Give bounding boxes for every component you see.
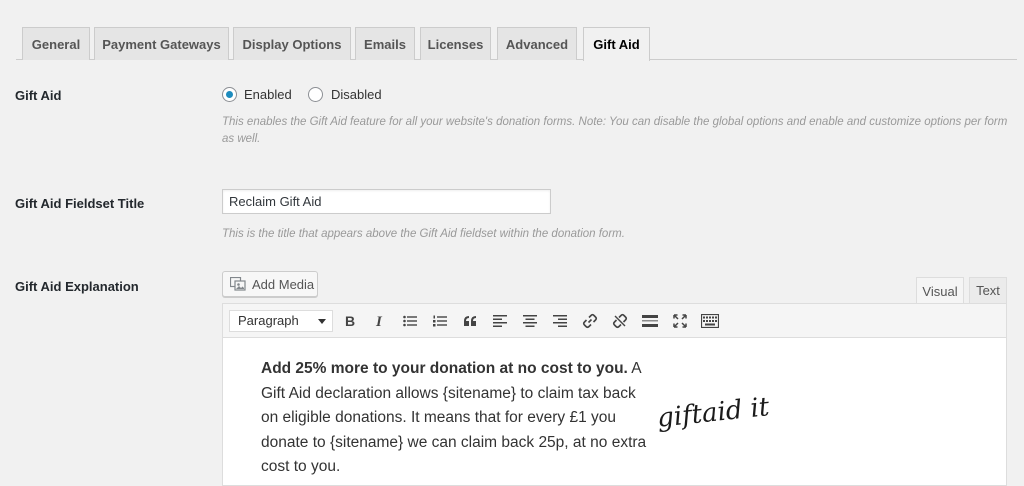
remove-link-icon[interactable] [609, 310, 631, 332]
align-right-icon[interactable] [549, 310, 571, 332]
gift-aid-description: This enables the Gift Aid feature for al… [222, 116, 1008, 145]
svg-text:B: B [345, 314, 355, 328]
giftaid-logo: giftaid it [653, 383, 783, 443]
tab-display-options[interactable]: Display Options [233, 27, 351, 60]
visual-tab[interactable]: Visual [916, 277, 964, 304]
add-media-icon [229, 276, 246, 291]
editor-toolbar: Paragraph B I [222, 303, 1007, 338]
tab-gift-aid[interactable]: Gift Aid [583, 27, 650, 61]
editor-content-text: Add 25% more to your donation at no cost… [261, 357, 656, 480]
tab-general[interactable]: General [22, 27, 90, 60]
content-bold-text: Add 25% more to your donation at no cost… [261, 360, 628, 377]
content-body-text: A Gift Aid declaration allows {sitename}… [261, 360, 647, 475]
explanation-label: Gift Aid Explanation [15, 279, 139, 294]
editor-content[interactable]: Add 25% more to your donation at no cost… [222, 338, 1007, 486]
tab-licenses[interactable]: Licenses [420, 27, 491, 60]
add-media-label: Add Media [252, 276, 315, 292]
bullet-list-icon[interactable] [399, 310, 421, 332]
blockquote-icon[interactable] [459, 310, 481, 332]
chevron-down-icon [318, 319, 326, 324]
bold-icon[interactable]: B [339, 310, 361, 332]
add-media-button[interactable]: Add Media [222, 271, 318, 297]
toolbar-toggle-icon[interactable] [699, 310, 721, 332]
read-more-icon[interactable] [639, 310, 661, 332]
format-select-value: Paragraph [238, 313, 299, 328]
fullscreen-icon[interactable] [669, 310, 691, 332]
disabled-radio-label[interactable]: Disabled [331, 87, 382, 102]
italic-icon[interactable]: I [369, 310, 391, 332]
text-tab[interactable]: Text [969, 277, 1007, 303]
svg-text:I: I [375, 314, 383, 328]
insert-link-icon[interactable] [579, 310, 601, 332]
enabled-radio[interactable] [222, 87, 237, 102]
disabled-radio[interactable] [308, 87, 323, 102]
tab-advanced[interactable]: Advanced [497, 27, 577, 60]
format-select[interactable]: Paragraph [229, 310, 333, 332]
giftaid-logo-text: giftaid it [656, 392, 772, 434]
fieldset-title-label: Gift Aid Fieldset Title [15, 196, 145, 211]
enabled-radio-label[interactable]: Enabled [244, 87, 292, 102]
tab-emails[interactable]: Emails [355, 27, 415, 60]
align-center-icon[interactable] [519, 310, 541, 332]
numbered-list-icon[interactable] [429, 310, 451, 332]
fieldset-title-input[interactable] [222, 189, 551, 214]
fieldset-title-description: This is the title that appears above the… [222, 228, 625, 240]
settings-tabs: General Payment Gateways Display Options… [16, 27, 1017, 61]
align-left-icon[interactable] [489, 310, 511, 332]
gift-aid-label: Gift Aid [15, 88, 62, 103]
tab-payment-gateways[interactable]: Payment Gateways [94, 27, 229, 60]
